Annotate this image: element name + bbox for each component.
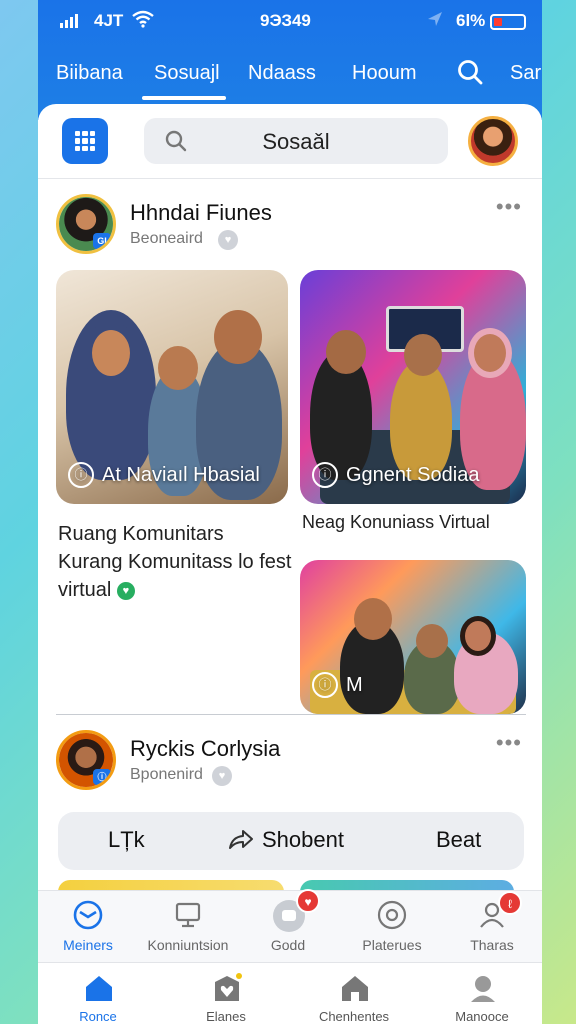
search-icon[interactable] xyxy=(456,58,484,86)
status-bar: 4JT 9ЭЗ49 6l% xyxy=(38,10,542,34)
nav-item-meiners[interactable]: Meiners xyxy=(38,899,138,953)
user-icon xyxy=(467,973,497,1003)
photo-caption: ⓘ At Naviaıl Hbasial xyxy=(68,462,260,488)
home-icon xyxy=(83,973,113,1003)
post-title: Ruang Komunitars xyxy=(58,523,224,545)
grid-icon xyxy=(75,131,95,151)
post-text: Ruang Komunitars Kurang Komunitass lo fe… xyxy=(58,520,291,604)
photo-caption-text: Neag Konuniass Virtual xyxy=(302,512,490,532)
divider xyxy=(56,714,526,715)
post-author-name[interactable]: Hhndai Fiunes xyxy=(130,200,272,226)
heart-icon: ♥ xyxy=(218,230,238,250)
info-icon: ⓘ xyxy=(312,672,338,698)
phone-screen: 4JT 9ЭЗ49 6l% Biibana Sosuaјl Ndaass Hoo… xyxy=(38,0,542,1024)
verified-icon: ♥ xyxy=(116,581,135,600)
house-icon xyxy=(339,973,369,1003)
location-icon xyxy=(426,10,444,32)
notification-badge: ℓ xyxy=(498,891,522,915)
wifi-icon xyxy=(132,10,154,33)
info-icon: ⓘ xyxy=(68,462,94,488)
battery-icon xyxy=(490,14,526,30)
nav-item-manooce[interactable]: Manooce xyxy=(422,973,542,1024)
person-icon: ℓ xyxy=(476,891,522,931)
post-photo[interactable]: ⓘ Gɡnent Sodiaa xyxy=(300,270,526,504)
nav-item-platerues[interactable]: Platerues xyxy=(342,899,442,953)
active-tab-indicator xyxy=(142,96,226,100)
search-text: Sosaǎl xyxy=(262,129,330,154)
top-tabs: Biibana Sosuaјl Ndaass Hooum Sar xyxy=(38,58,542,100)
share-icon xyxy=(229,830,253,849)
post-subtitle: Beoneaird xyxy=(130,230,203,247)
avatar-badge: GI xyxy=(93,233,111,249)
post-photo[interactable]: ⓘ M xyxy=(300,560,526,714)
clock: 9ЭЗ49 xyxy=(260,11,311,30)
post-body-2: virtual xyxy=(58,579,112,601)
post-header: ⓘ Ryckis Corlysia Bponenird ♥ ••• xyxy=(38,730,542,800)
like-button[interactable]: LȚk xyxy=(108,827,145,853)
signal-icon xyxy=(60,14,78,28)
post-subtitle: Bponenird xyxy=(130,766,203,783)
post-author-name[interactable]: Ryckis Corlysia xyxy=(130,736,280,762)
heart-icon: ♥ xyxy=(212,766,232,786)
post-actions: LȚk Shobent Beat xyxy=(58,812,524,870)
info-icon: ⓘ xyxy=(312,462,338,488)
more-options-icon[interactable]: ••• xyxy=(496,730,522,756)
search-bar[interactable]: Sosaǎl xyxy=(144,118,448,164)
nav-item-ronce[interactable]: Ronce xyxy=(38,973,158,1024)
share-button[interactable]: Shobent xyxy=(228,827,344,853)
nav-item-godd[interactable]: ♥ Godd xyxy=(238,889,338,953)
profile-avatar[interactable] xyxy=(468,116,518,166)
secondary-nav: Meiners Konniuntsion ♥ Godd Platerues ℓ xyxy=(38,889,542,962)
divider xyxy=(38,178,542,179)
mail-icon xyxy=(72,899,104,931)
avatar-badge: ⓘ xyxy=(93,769,111,785)
post-body: Kurang Komunitass lo fest xyxy=(58,551,292,573)
tab-biibana[interactable]: Biibana xyxy=(56,62,123,85)
post-header: GI Hhndai Fiunes Beoneaird ♥ ••• xyxy=(38,194,542,264)
notification-badge: ♥ xyxy=(296,889,320,913)
feed-card: Sosaǎl GI Hhndai Fiunes Beoneaird ♥ ••• … xyxy=(38,104,542,904)
carrier-label: 4JT xyxy=(94,11,124,30)
nav-item-elanes[interactable]: Elanes xyxy=(166,973,286,1024)
nav-item-chenhentes[interactable]: Chenhentes xyxy=(294,973,414,1024)
avatar[interactable]: GI xyxy=(56,194,116,254)
more-options-icon[interactable]: ••• xyxy=(496,194,522,220)
beat-button[interactable]: Beat xyxy=(436,827,481,853)
tab-sar[interactable]: Sar xyxy=(510,62,541,85)
grid-menu-button[interactable] xyxy=(62,118,108,164)
game-icon: ♥ xyxy=(272,889,320,932)
photo-caption: ⓘ Gɡnent Sodiaa xyxy=(312,462,479,488)
tab-hooum[interactable]: Hooum xyxy=(352,62,416,85)
nav-item-konniuntsion[interactable]: Konniuntsion xyxy=(138,899,238,953)
app-bar: Sosaǎl xyxy=(38,104,542,178)
post-photo[interactable]: ⓘ At Naviaıl Hbasial xyxy=(56,270,288,504)
top-bar: 4JT 9ЭЗ49 6l% Biibana Sosuaјl Ndaass Hoo… xyxy=(38,0,542,120)
heart-box-icon xyxy=(211,973,242,1003)
photo-caption: ⓘ M xyxy=(312,672,363,698)
battery-percent: 6l% xyxy=(456,11,486,30)
avatar[interactable]: ⓘ xyxy=(56,730,116,790)
bottom-nav: Ronce Elanes Chenhentes Manooce xyxy=(38,962,542,1024)
compass-icon xyxy=(376,899,408,931)
tab-ndaass[interactable]: Ndaass xyxy=(248,62,316,85)
nav-item-tharas[interactable]: ℓ Tharas xyxy=(442,891,542,953)
tab-sosuajl[interactable]: Sosuaјl xyxy=(154,62,220,85)
monitor-icon xyxy=(172,899,204,931)
